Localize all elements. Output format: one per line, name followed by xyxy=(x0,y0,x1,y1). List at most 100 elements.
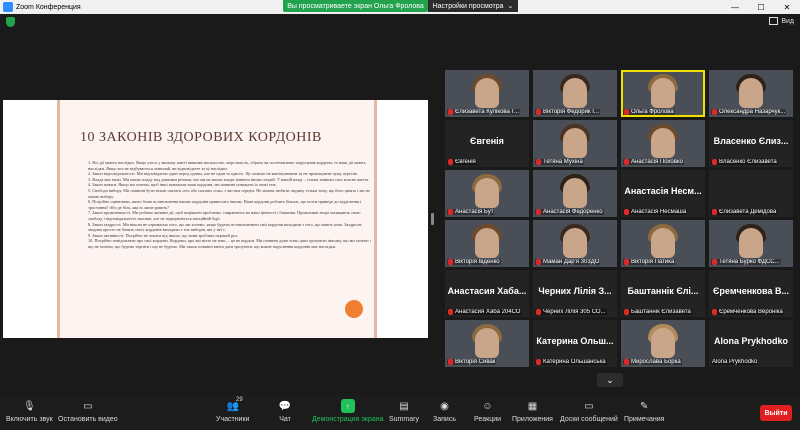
participant-name-label: Alona Prykhodko xyxy=(711,359,759,365)
share-screen-label: Демонстрация экрана xyxy=(312,416,384,423)
participant-name-label: Анастасия Хаба 204СО xyxy=(447,309,522,315)
mic-muted-icon xyxy=(712,259,717,265)
participant-tile[interactable]: Ольга Фролова xyxy=(621,70,705,117)
participant-tile[interactable]: Вікторія Федорик I... xyxy=(533,70,617,117)
participant-name: Єремченкова Вероніка xyxy=(719,309,783,315)
stop-video-button[interactable]: ▭ Остановить видео xyxy=(58,399,118,424)
participant-name: Єлизавета Кулікова Г... xyxy=(455,109,520,115)
participant-tile[interactable]: Черних Лілія З... Черних Лілія 305 СО... xyxy=(533,270,617,317)
notes-button[interactable]: ✎ Примечания xyxy=(624,399,664,424)
chevron-down-icon: ⌄ xyxy=(507,3,514,10)
share-screen-button[interactable]: ↑ Демонстрация экрана xyxy=(312,399,384,423)
participant-name-label: Катерина Ольшанська xyxy=(535,359,607,365)
zoom-logo-icon xyxy=(3,2,13,12)
meeting-header: Вид xyxy=(0,14,800,30)
share-screen-icon: ↑ xyxy=(340,399,355,413)
participant-tile[interactable]: Катерина Ольш... Катерина Ольшанська xyxy=(533,320,617,367)
participants-button[interactable]: 👥 Участники xyxy=(216,399,249,424)
mic-muted-icon xyxy=(448,309,453,315)
participant-name-label: Євгенія xyxy=(447,159,477,165)
mic-muted-icon xyxy=(536,159,541,165)
participant-tile[interactable]: Мирослава Борка xyxy=(621,320,705,367)
view-button[interactable]: Вид xyxy=(769,17,794,25)
participant-tile[interactable]: Тетяна Мухіна xyxy=(533,120,617,167)
gallery-next-page-button[interactable]: ⌄ xyxy=(597,373,623,387)
participant-tile[interactable]: Анастасія Несм... Анастасія Несмаша xyxy=(621,170,705,217)
participant-name-label: Єремченкова Вероніка xyxy=(711,309,784,315)
slide-body: 1. Всі дії мають наслідки. Якщо хтось у … xyxy=(88,160,371,249)
participant-display-name: Власенко Єлиз... xyxy=(713,136,789,146)
participant-display-name: Анастасія Несм... xyxy=(624,186,702,196)
mic-muted-icon xyxy=(624,109,629,115)
participant-tile[interactable]: Єлизавета Кулікова Г... xyxy=(445,70,529,117)
view-label: Вид xyxy=(781,17,794,25)
participant-tile[interactable]: Євгенія Євгенія xyxy=(445,120,529,167)
maximize-button[interactable]: ☐ xyxy=(748,0,774,14)
participant-gallery: Єлизавета Кулікова Г... Вікторія Федорик … xyxy=(445,70,795,370)
mic-muted-icon xyxy=(448,159,453,165)
participant-video-face xyxy=(651,228,675,258)
participant-tile[interactable]: Мамай Дар'я 303ДО xyxy=(533,220,617,267)
participant-name: Євгенія xyxy=(455,159,476,165)
emoji-icon: ☺ xyxy=(482,400,493,412)
mic-muted-icon xyxy=(712,309,717,315)
participant-name: Анастасія Поховко xyxy=(631,159,683,165)
mic-muted-icon xyxy=(624,259,629,265)
participant-name-label: Черних Лілія 305 СО... xyxy=(535,309,607,315)
participant-name-label: Єлизавета Демідова xyxy=(711,209,778,215)
split-resize-handle[interactable] xyxy=(431,213,434,225)
mic-muted-icon xyxy=(536,259,541,265)
participant-name-label: Ольга Фролова xyxy=(623,109,675,115)
participant-name: Вікторія Сивак xyxy=(455,359,496,365)
participant-name: Мирослава Борка xyxy=(631,359,681,365)
reactions-button[interactable]: ☺ Реакции xyxy=(474,399,501,424)
mic-muted-icon xyxy=(536,359,541,365)
participant-tile[interactable]: Вікторія Патика xyxy=(621,220,705,267)
minimize-button[interactable]: — xyxy=(722,0,748,14)
window-controls: — ☐ ✕ xyxy=(722,0,800,14)
leave-meeting-button[interactable]: Выйти xyxy=(760,405,792,421)
chat-button[interactable]: 💬 Чат xyxy=(278,399,292,424)
participant-display-name: Черних Лілія З... xyxy=(538,286,612,296)
mic-muted-icon xyxy=(712,209,717,215)
participant-tile[interactable]: Анастасія Бут xyxy=(445,170,529,217)
participant-name-label: Тетяна Мухіна xyxy=(535,159,584,165)
participant-name: Єлизавета Демідова xyxy=(719,209,777,215)
participant-tile[interactable]: Вікторія Івденко xyxy=(445,220,529,267)
record-button[interactable]: ◉ Запись xyxy=(433,399,456,424)
participant-tile[interactable]: Alona Prykhodko Alona Prykhodko xyxy=(709,320,793,367)
shared-screen[interactable]: 10 ЗАКОНІВ ЗДОРОВИХ КОРДОНІВ 1. Всі дії … xyxy=(3,100,428,338)
participant-name: Вікторія Івденко xyxy=(455,259,500,265)
view-options-button[interactable]: Настройки просмотра ⌄ xyxy=(428,0,518,12)
mic-muted-icon xyxy=(624,309,629,315)
participant-video-face xyxy=(739,78,763,108)
participant-tile[interactable]: Анастасія Поховко xyxy=(621,120,705,167)
unmute-button[interactable]: 🎙 Включить звук xyxy=(6,399,53,424)
participant-tile[interactable]: Власенко Єлиз... Власенко Єлизавета xyxy=(709,120,793,167)
mic-muted-icon xyxy=(448,359,453,365)
participant-tile[interactable]: Баштаннік Єлі... Баштаннік Єлизавета xyxy=(621,270,705,317)
participant-name: Alona Prykhodko xyxy=(712,359,758,365)
apps-label: Приложения xyxy=(512,416,553,423)
participant-tile[interactable]: Тетяна Бурко ФДСС... xyxy=(709,220,793,267)
participant-tile[interactable]: Єремченкова В... Єремченкова Вероніка xyxy=(709,270,793,317)
close-button[interactable]: ✕ xyxy=(774,0,800,14)
participant-name: Вікторія Патика xyxy=(631,259,675,265)
decorative-circle xyxy=(345,300,363,318)
apps-button[interactable]: ▦ Приложения xyxy=(512,399,553,424)
participant-name: Тетяна Мухіна xyxy=(543,159,583,165)
participant-name-label: Анастасія Бут xyxy=(447,209,495,215)
encryption-shield-icon[interactable] xyxy=(6,17,15,27)
mic-muted-icon xyxy=(624,159,629,165)
participant-tile[interactable]: Вікторія Сивак xyxy=(445,320,529,367)
view-options-label: Настройки просмотра xyxy=(432,2,504,10)
summary-button[interactable]: ▤ Summary xyxy=(389,399,419,424)
mic-muted-icon xyxy=(536,309,541,315)
participant-tile[interactable]: Анастасія Федоренко xyxy=(533,170,617,217)
whiteboard-button[interactable]: ▭ Доски сообщений xyxy=(560,399,618,424)
participant-name-label: Мамай Дар'я 303ДО xyxy=(535,259,601,265)
participant-tile[interactable]: Анастасия Хаба... Анастасия Хаба 204СО xyxy=(445,270,529,317)
participant-tile[interactable]: Єлизавета Демідова xyxy=(709,170,793,217)
participant-tile[interactable]: Олександра Назарчук... xyxy=(709,70,793,117)
participant-name-label: Баштаннік Єлизавета xyxy=(623,309,692,315)
